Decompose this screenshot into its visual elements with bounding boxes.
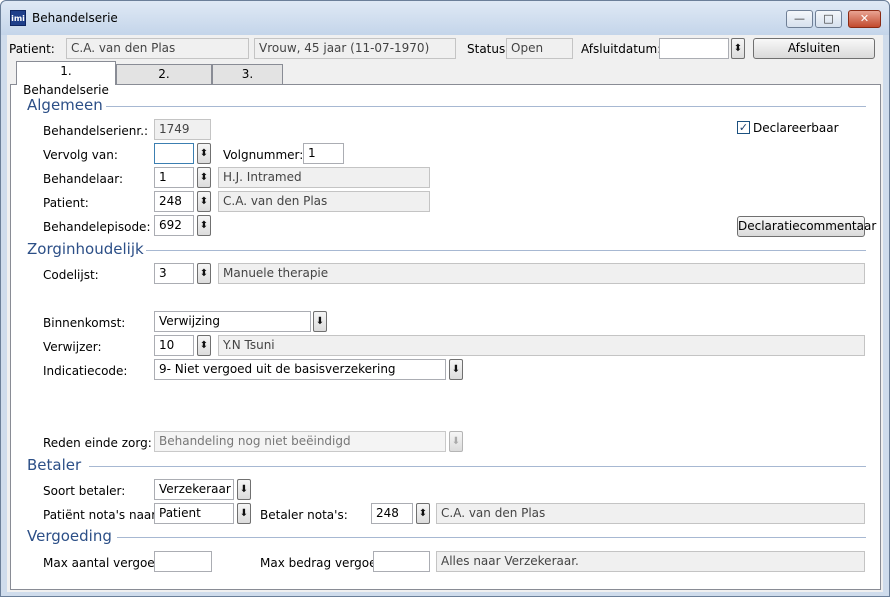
max-aantal-vergoed-input[interactable] [154, 551, 212, 572]
status-field: Open [506, 38, 573, 59]
max-bedrag-vergoed-label: Max bedrag vergoed: [260, 556, 389, 570]
soort-betaler-label: Soort betaler: [43, 484, 126, 498]
patient-code-input[interactable]: 248 [154, 191, 194, 212]
volgnummer-input[interactable]: 1 [303, 143, 344, 164]
patient-spin-button[interactable]: ⬍ [197, 191, 211, 212]
vervolg-van-spin-button[interactable]: ⬍ [197, 143, 211, 164]
patient-info-field: Vrouw, 45 jaar (11-07-1970) [254, 38, 456, 59]
indicatiecode-dropdown-button[interactable]: ⬇ [449, 359, 463, 380]
section-zorginhoudelijk-title: Zorginhoudelijk [27, 240, 144, 258]
declareerbaar-checkbox[interactable]: ✓ [737, 121, 750, 134]
verwijzer-code-input[interactable]: 10 [154, 335, 194, 356]
behandelaar-code-input[interactable]: 1 [154, 167, 194, 188]
reden-einde-zorg-dropdown-button: ⬇ [449, 431, 463, 452]
behandelaar-spin-button[interactable]: ⬍ [197, 167, 211, 188]
behandelserie-window: imi Behandelserie — □ ✕ Patient: C.A. va… [0, 0, 890, 597]
maximize-button[interactable]: □ [815, 10, 842, 28]
app-icon: imi [10, 10, 26, 26]
betaler-notas-name-field: C.A. van den Plas [436, 503, 865, 524]
behandelaar-label: Behandelaar: [43, 172, 123, 186]
max-aantal-vergoed-label: Max aantal vergoed: [43, 556, 167, 570]
behandelepisode-spin-button[interactable]: ⬍ [197, 215, 211, 236]
binnenkomst-dropdown-button[interactable]: ⬇ [313, 311, 327, 332]
verwijzer-label: Verwijzer: [43, 340, 102, 354]
vergoeding-info-field: Alles naar Verzekeraar. [436, 551, 865, 572]
status-label: Status: [467, 42, 510, 56]
reden-einde-zorg-label: Reden einde zorg: [43, 436, 152, 450]
tab-diagnose[interactable]: 3. Diagnose [212, 64, 283, 100]
codelijst-label: Codelijst: [43, 268, 99, 282]
patient-header-label: Patient: [9, 42, 55, 56]
binnenkomst-label: Binnenkomst: [43, 316, 126, 330]
afsluitdatum-label: Afsluitdatum: [581, 42, 662, 56]
patient-notas-dropdown-button[interactable]: ⬇ [237, 503, 251, 524]
max-bedrag-vergoed-input[interactable] [373, 551, 430, 572]
window-title: Behandelserie [32, 11, 118, 25]
soort-betaler-dropdown-button[interactable]: ⬇ [237, 479, 251, 500]
patient-notas-label: Patiënt nota's naar: [43, 508, 161, 522]
indicatiecode-select[interactable]: 9- Niet vergoed uit de basisverzekering [154, 359, 446, 380]
binnenkomst-select[interactable]: Verwijzing [154, 311, 311, 332]
behandelserienr-label: Behandelserienr.: [43, 124, 149, 138]
codelijst-spin-button[interactable]: ⬍ [197, 263, 211, 284]
vervolg-van-label: Vervolg van: [43, 148, 118, 162]
behandelserienr-field: 1749 [154, 119, 211, 140]
reden-einde-zorg-select: Behandeling nog niet beëindigd [154, 431, 446, 452]
patient-name-field: C.A. van den Plas [218, 191, 430, 212]
indicatiecode-label: Indicatiecode: [43, 364, 128, 378]
volgnummer-label: Volgnummer: [223, 148, 304, 162]
patient-label: Patient: [43, 196, 89, 210]
behandelepisode-input[interactable]: 692 [154, 215, 194, 236]
afsluitdatum-input[interactable] [659, 38, 729, 59]
tab-behandelserie[interactable]: 1. Behandelserie [16, 61, 116, 97]
close-button[interactable]: ✕ [848, 10, 881, 28]
window-client-area: Patient: C.A. van den Plas Vrouw, 45 jaa… [7, 35, 883, 592]
section-betaler-divider [89, 466, 866, 467]
section-vergoeding-title: Vergoeding [27, 527, 112, 545]
declaratiecommentaar-button[interactable]: Declaratiecommentaar [737, 216, 876, 237]
betaler-notas-label: Betaler nota's: [260, 508, 348, 522]
declareerbaar-label: Declareerbaar [753, 121, 839, 135]
behandelaar-name-field: H.J. Intramed [218, 167, 430, 188]
verwijzer-name-field: Y.N Tsuni [218, 335, 865, 356]
codelijst-code-input[interactable]: 3 [154, 263, 194, 284]
behandelepisode-label: Behandelepisode: [43, 220, 151, 234]
verwijzer-spin-button[interactable]: ⬍ [197, 335, 211, 356]
codelijst-name-field: Manuele therapie [218, 263, 865, 284]
betaler-notas-spin-button[interactable]: ⬍ [416, 503, 430, 524]
betaler-notas-code-input[interactable]: 248 [371, 503, 413, 524]
section-betaler-title: Betaler [27, 456, 82, 474]
afsluitdatum-spin-button[interactable]: ⬍ [731, 38, 745, 59]
title-bar: imi Behandelserie — □ ✕ [1, 1, 889, 35]
patient-header-field: C.A. van den Plas [66, 38, 249, 59]
patient-notas-select[interactable]: Patient [154, 503, 234, 524]
tab-toestemming[interactable]: 2. Toestemming [116, 64, 212, 100]
section-vergoeding-divider [117, 537, 866, 538]
section-zorginhoudelijk-divider [146, 250, 866, 251]
afsluiten-button[interactable]: Afsluiten [753, 38, 875, 59]
behandelserie-tab-panel: Algemeen Behandelserienr.: 1749 ✓ Declar… [10, 84, 881, 590]
vervolg-van-input[interactable] [154, 143, 194, 164]
section-algemeen-divider [106, 106, 866, 107]
soort-betaler-select[interactable]: Verzekeraar [154, 479, 234, 500]
minimize-button[interactable]: — [786, 10, 813, 28]
